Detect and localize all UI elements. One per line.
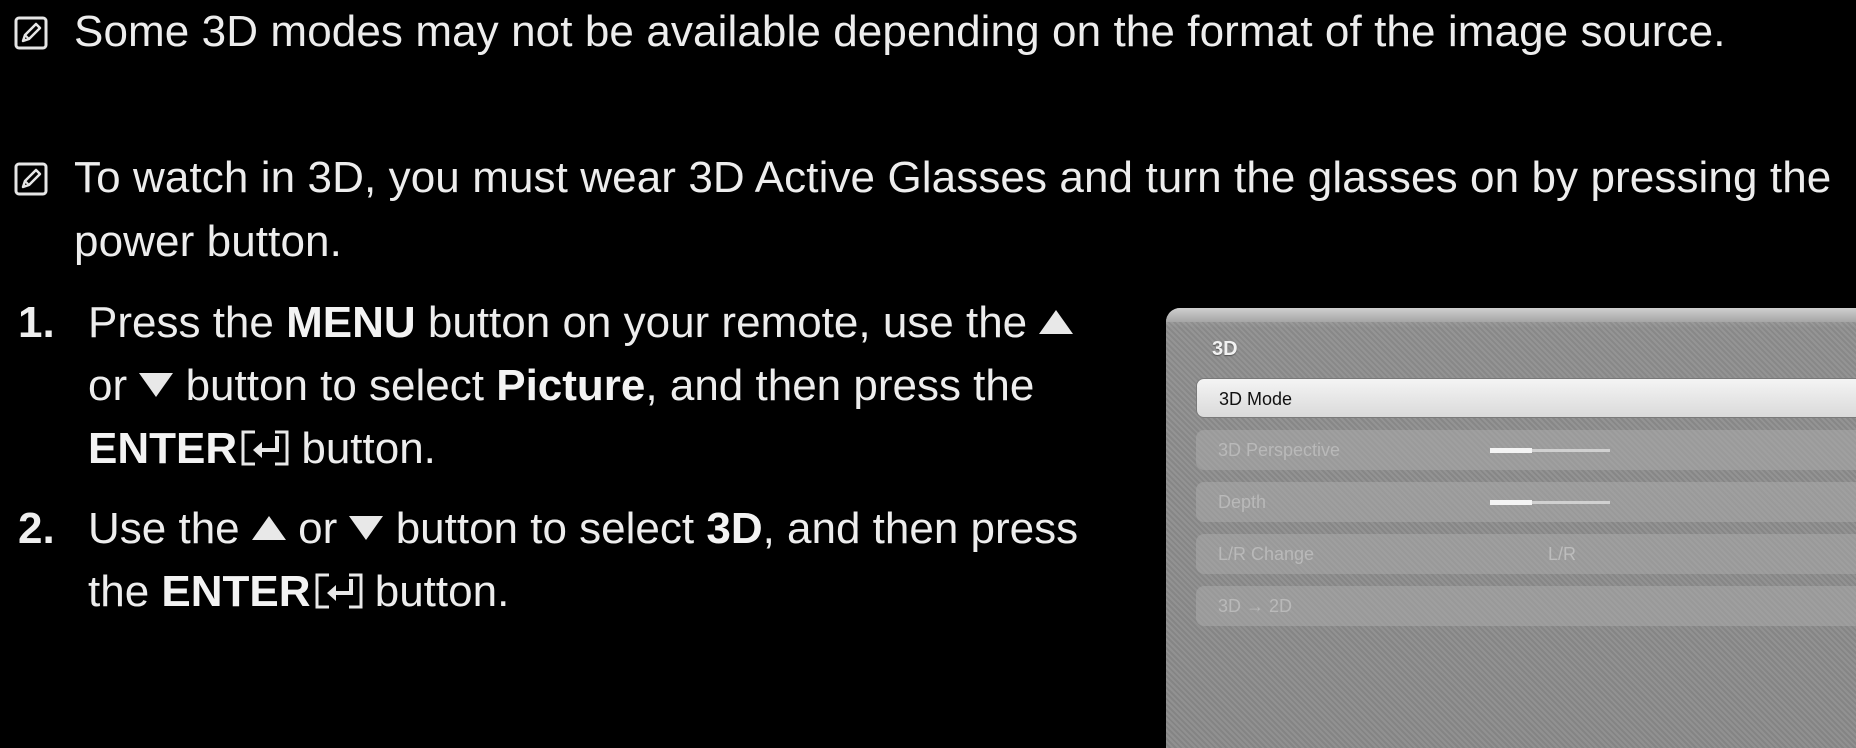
step-1-line-2: or button to select Picture, and then pr… xyxy=(88,354,1034,418)
step-text: or xyxy=(298,504,338,553)
menu-item-label: 3D Mode xyxy=(1219,389,1293,409)
step-text: Use the xyxy=(88,504,240,553)
slider-fill xyxy=(1490,448,1532,453)
step-text: , and then press the xyxy=(645,361,1035,410)
step-2-line-1: Use the or button to select 3D, and then… xyxy=(88,497,1078,561)
menu-item-depth[interactable]: Depth xyxy=(1196,482,1856,522)
step-1-line-1: Press the MENU button on your remote, us… xyxy=(88,291,1074,355)
step-text: , and then press xyxy=(762,504,1079,553)
enter-button-name: ENTER xyxy=(88,424,238,473)
step-2-line-2: the ENTER button. xyxy=(88,560,509,624)
enter-icon xyxy=(315,573,363,609)
slider-fill xyxy=(1490,500,1532,505)
menu-item-3d-to-2d[interactable]: 3D → 2D xyxy=(1196,586,1856,626)
menu-item-3d-perspective[interactable]: 3D Perspective xyxy=(1196,430,1856,470)
step-text: Press the xyxy=(88,298,287,347)
enter-icon xyxy=(241,430,289,466)
menu-item-value: L/R xyxy=(1548,544,1577,564)
perspective-slider[interactable] xyxy=(1490,448,1610,453)
3d-menu-panel: 3D 3D Mode 3D Perspective Depth L/R Chan… xyxy=(1166,308,1856,748)
up-arrow-icon xyxy=(1039,310,1074,335)
step-number: 1. xyxy=(18,298,55,347)
step-text: button. xyxy=(362,567,510,616)
menu-item-3d-mode[interactable]: 3D Mode xyxy=(1196,378,1856,418)
menu-item-label: 3D → 2D xyxy=(1218,596,1293,616)
note-text: Some 3D modes may not be available depen… xyxy=(74,7,1726,56)
menu-button-name: MENU xyxy=(286,298,416,347)
menu-item-label: L/R Change xyxy=(1218,544,1315,564)
note-pencil-icon xyxy=(14,16,48,50)
depth-slider[interactable] xyxy=(1490,500,1610,505)
menu-item-label: 3D Perspective xyxy=(1218,440,1341,460)
note-text: To watch in 3D, you must wear 3D Active … xyxy=(74,153,1832,266)
step-text: the xyxy=(88,567,162,616)
panel-title: 3D xyxy=(1212,338,1238,360)
step-text: button on your remote, use the xyxy=(415,298,1028,347)
step-number: 2. xyxy=(18,504,55,553)
up-arrow-icon xyxy=(251,516,286,541)
step-1-line-3: ENTER button. xyxy=(88,417,436,481)
enter-button-name: ENTER xyxy=(161,567,311,616)
note-pencil-icon xyxy=(14,162,48,196)
step-text: button to select xyxy=(173,361,497,410)
menu-item-lr-change[interactable]: L/R Change L/R xyxy=(1196,534,1856,574)
menu-item-label: Depth xyxy=(1218,492,1267,512)
3d-menu-name: 3D xyxy=(706,504,763,553)
step-text: or xyxy=(88,361,128,410)
picture-menu-name: Picture xyxy=(496,361,646,410)
down-arrow-icon xyxy=(139,373,174,398)
down-arrow-icon xyxy=(349,516,384,541)
step-text: button. xyxy=(289,424,436,473)
step-text: button to select xyxy=(383,504,707,553)
panel-header-bar xyxy=(1166,308,1856,322)
